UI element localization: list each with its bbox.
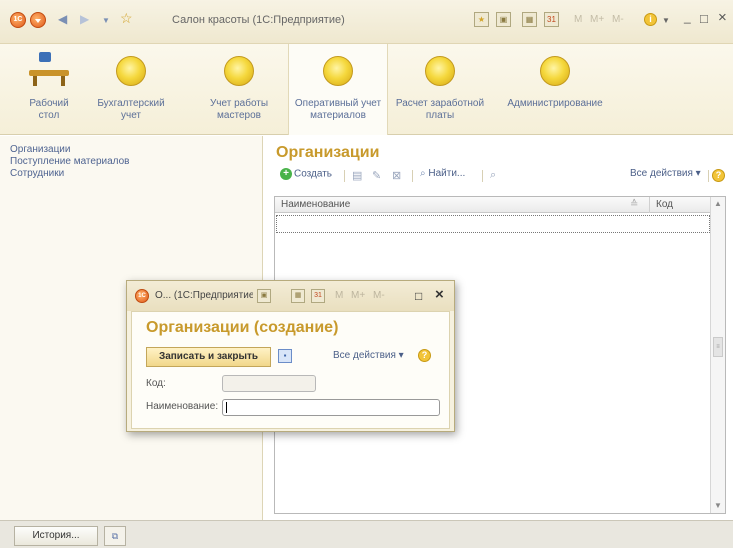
section-label: Расчет заработной платы bbox=[395, 98, 485, 121]
save-and-close-button[interactable]: Записать и закрыть bbox=[146, 347, 271, 367]
scroll-thumb[interactable]: ≡ bbox=[713, 337, 723, 357]
memory-minus-button[interactable]: M- bbox=[612, 14, 624, 25]
coin-icon bbox=[323, 56, 353, 86]
section-masters-work[interactable]: Учет работы мастеров bbox=[198, 44, 280, 135]
help-icon[interactable]: ? bbox=[418, 349, 431, 362]
close-button[interactable]: × bbox=[435, 286, 444, 303]
coin-icon bbox=[116, 56, 146, 86]
window-titlebar: 1C ◀ ▶ ▼ ☆ Салон красоты (1С:Предприятие… bbox=[0, 0, 733, 44]
separator bbox=[412, 170, 413, 182]
section-administration[interactable]: Администрирование bbox=[500, 44, 610, 135]
dialog-form-title: Организации (создание) bbox=[146, 319, 339, 336]
minimize-button[interactable]: _ bbox=[684, 10, 691, 24]
calendar-icon[interactable]: 31 bbox=[544, 12, 559, 27]
command-bar: + Создать ▤ ✎ ⊠ ⌕ Найти... ⌕ Все действия… bbox=[276, 166, 726, 186]
sections-panel: Рабочий стол Бухгалтерский учет Учет раб… bbox=[0, 44, 733, 135]
history-dropdown-icon[interactable]: ▼ bbox=[102, 16, 110, 25]
section-label: Учет работы мастеров bbox=[209, 98, 269, 121]
nav-item-organizations[interactable]: Организации bbox=[10, 144, 129, 156]
create-organization-dialog: 1C О... (1С:Предприятие) ▣ ▦ 31 M M+ M- … bbox=[126, 280, 455, 432]
edit-pencil-icon[interactable]: ✎ bbox=[372, 169, 381, 182]
app-logo-icon[interactable]: 1C bbox=[10, 12, 26, 28]
form-title: Организации bbox=[276, 144, 380, 161]
memory-m-button[interactable]: M bbox=[335, 290, 343, 301]
section-payroll[interactable]: Расчет заработной платы bbox=[394, 44, 486, 135]
cancel-search-icon[interactable]: ⌕ bbox=[490, 169, 496, 182]
find-label: Найти... bbox=[428, 168, 466, 179]
separator bbox=[344, 170, 345, 182]
sort-icon: ≙ bbox=[630, 199, 639, 210]
maximize-button[interactable]: □ bbox=[415, 289, 422, 303]
calculator-icon[interactable]: ▦ bbox=[291, 289, 305, 303]
create-label: Создать bbox=[294, 168, 333, 180]
separator bbox=[708, 170, 709, 182]
all-actions-button[interactable]: Все действия ▾ bbox=[630, 168, 701, 179]
section-desktop[interactable]: Рабочий стол bbox=[18, 44, 80, 135]
table-row[interactable] bbox=[276, 215, 710, 233]
history-button[interactable]: История... bbox=[14, 526, 98, 546]
text-caret bbox=[226, 402, 227, 413]
calendar-icon[interactable]: 31 bbox=[311, 289, 325, 303]
help-icon[interactable]: ? bbox=[712, 169, 725, 182]
memory-minus-button[interactable]: M- bbox=[373, 290, 385, 301]
coin-icon bbox=[224, 56, 254, 86]
section-label: Бухгалтерский учет bbox=[97, 98, 165, 121]
info-icon[interactable]: i bbox=[644, 13, 657, 26]
memory-plus-button[interactable]: M+ bbox=[351, 290, 365, 301]
section-materials[interactable]: Оперативный учет материалов bbox=[288, 44, 388, 135]
windows-list-icon[interactable]: ⧉ bbox=[104, 526, 126, 546]
magnifier-icon: ⌕ bbox=[420, 168, 426, 179]
favorites-icon[interactable]: ☆ bbox=[120, 10, 133, 27]
name-field[interactable] bbox=[222, 399, 440, 416]
vertical-scrollbar[interactable]: ▲ ≡ ▼ bbox=[710, 197, 725, 513]
forward-icon[interactable]: ▶ bbox=[80, 12, 89, 26]
create-button[interactable]: + Создать bbox=[280, 168, 332, 180]
window-title: Салон красоты (1С:Предприятие) bbox=[172, 14, 345, 26]
scroll-up-icon[interactable]: ▲ bbox=[711, 197, 725, 211]
all-actions-button[interactable]: Все действия ▾ bbox=[333, 350, 404, 361]
status-bar: История... ⧉ bbox=[0, 520, 733, 548]
dialog-titlebar: 1C О... (1С:Предприятие) ▣ ▦ 31 M M+ M- … bbox=[127, 281, 454, 311]
copy-icon[interactable]: ▣ bbox=[496, 12, 511, 27]
desk-icon bbox=[29, 52, 69, 86]
section-accounting[interactable]: Бухгалтерский учет bbox=[96, 44, 166, 135]
main-menu-icon[interactable] bbox=[30, 12, 46, 28]
find-button[interactable]: ⌕ Найти... bbox=[420, 168, 465, 179]
table-header: Наименование ≙ Код bbox=[275, 197, 711, 213]
section-label: Администрирование bbox=[507, 98, 603, 109]
scroll-down-icon[interactable]: ▼ bbox=[711, 499, 725, 513]
column-header-name[interactable]: Наименование bbox=[281, 199, 350, 210]
app-logo-icon[interactable]: 1C bbox=[135, 289, 149, 303]
code-field[interactable] bbox=[222, 375, 316, 392]
dialog-form: Организации (создание) Записать и закрыт… bbox=[131, 311, 450, 429]
section-label: Рабочий стол bbox=[29, 98, 69, 121]
separator bbox=[482, 170, 483, 182]
memory-m-button[interactable]: M bbox=[574, 14, 582, 25]
star-icon[interactable]: ★ bbox=[474, 12, 489, 27]
coin-icon bbox=[540, 56, 570, 86]
name-label: Наименование: bbox=[146, 401, 219, 412]
save-icon[interactable]: ▪ bbox=[278, 349, 292, 363]
memory-plus-button[interactable]: M+ bbox=[590, 14, 604, 25]
info-dropdown-icon[interactable]: ▼ bbox=[662, 16, 670, 25]
delete-mark-icon[interactable]: ⊠ bbox=[392, 169, 401, 182]
dialog-window-title: О... (1С:Предприятие) bbox=[155, 290, 253, 301]
nav-item-employees[interactable]: Сотрудники bbox=[10, 168, 129, 180]
section-label: Оперативный учет материалов bbox=[294, 98, 382, 121]
copy-icon[interactable]: ▣ bbox=[257, 289, 271, 303]
calculator-icon[interactable]: ▦ bbox=[522, 12, 537, 27]
column-header-code[interactable]: Код bbox=[649, 197, 711, 213]
copy-item-icon[interactable]: ▤ bbox=[352, 169, 362, 182]
close-button[interactable]: × bbox=[718, 9, 727, 26]
code-label: Код: bbox=[146, 378, 166, 389]
plus-icon: + bbox=[280, 168, 292, 180]
back-icon[interactable]: ◀ bbox=[58, 12, 67, 26]
nav-item-material-receipts[interactable]: Поступление материалов bbox=[10, 156, 129, 168]
coin-icon bbox=[425, 56, 455, 86]
maximize-button[interactable]: □ bbox=[700, 11, 708, 26]
